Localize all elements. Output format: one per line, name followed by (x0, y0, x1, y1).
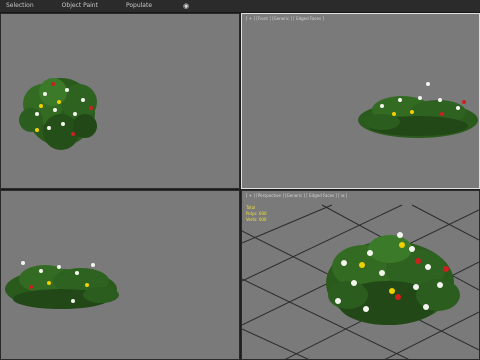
viewport-perspective[interactable]: [ + ] [Perspective ] [Generic ] [ Edged … (241, 190, 480, 360)
menu-item-populate[interactable]: Populate (126, 0, 152, 12)
bush-leaf-clump (19, 78, 97, 150)
bush-leaf-clump (5, 265, 119, 309)
perspective-scene (242, 204, 479, 359)
bush-front-view (358, 82, 478, 138)
menu-item-object-paint[interactable]: Object Paint (62, 0, 98, 12)
eye-icon[interactable]: ◉ (180, 2, 192, 10)
bush-side-view (5, 261, 119, 309)
bush-leaf-clump (326, 235, 460, 325)
viewport-top-left[interactable] (0, 13, 240, 189)
viewport-bottom-left[interactable] (0, 190, 240, 360)
bush-top-view (19, 78, 97, 150)
menu-item-selection[interactable]: Selection (6, 0, 34, 12)
viewport-front[interactable]: [ + ] [Front ] [Generic ] [ Edged Faces … (241, 13, 480, 189)
menubar: Selection Object Paint Populate ◉ (0, 0, 480, 13)
bush-leaf-clump (358, 96, 478, 138)
